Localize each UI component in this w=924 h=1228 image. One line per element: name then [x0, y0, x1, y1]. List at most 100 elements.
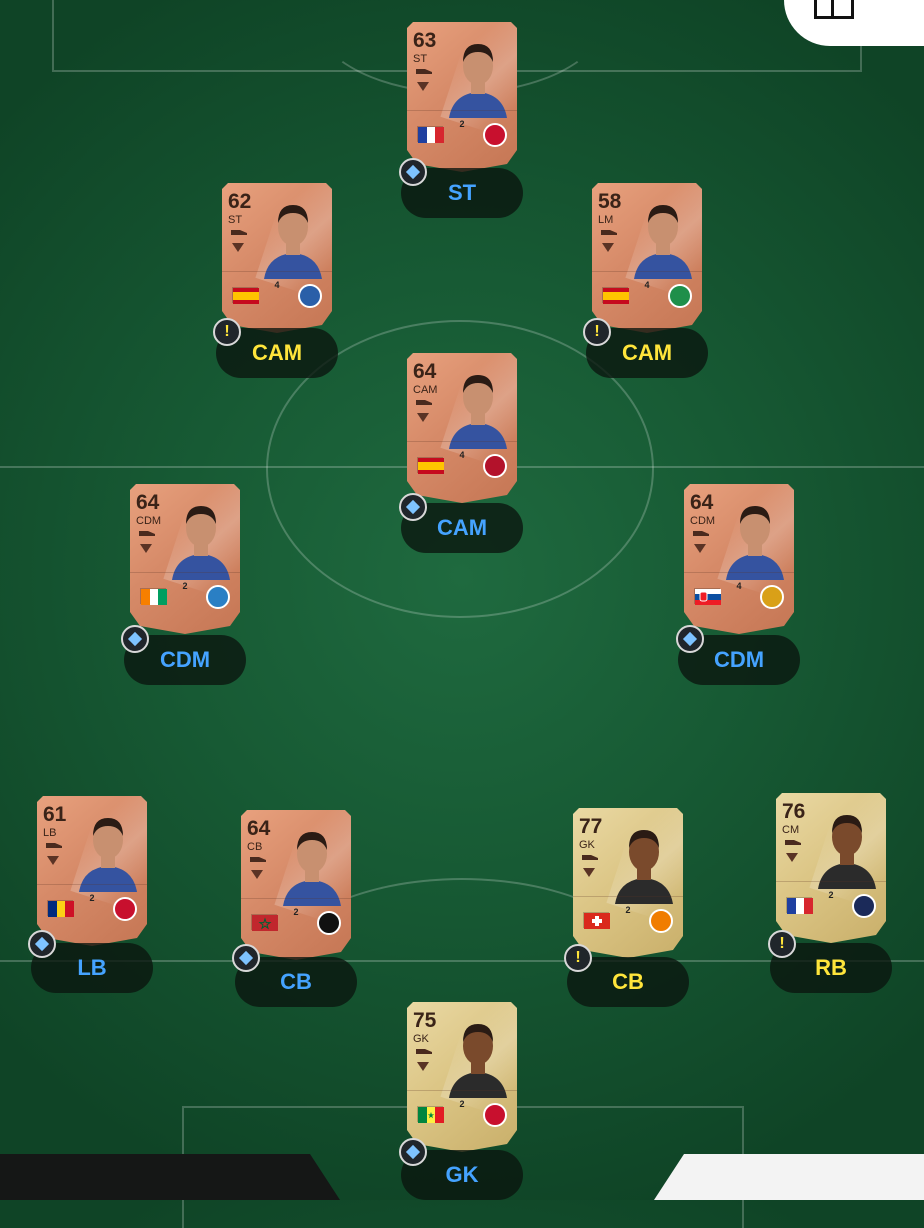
- chemistry-diamond-icon: [676, 625, 704, 653]
- league-badge-icon: 4: [274, 280, 280, 290]
- player-rating: 75: [413, 1009, 437, 1032]
- card-divider: [684, 572, 794, 573]
- card-divider: [776, 881, 886, 882]
- player-rating: 62: [228, 190, 252, 213]
- player-photo: [166, 494, 236, 580]
- formation-view-button[interactable]: [784, 0, 924, 46]
- player-photo: [720, 494, 790, 580]
- boot-icon: [46, 843, 62, 848]
- boot-icon: [139, 531, 155, 536]
- league-badge-icon: 4: [459, 450, 465, 460]
- player-card[interactable]: 58 LM 4: [592, 183, 702, 333]
- club-crest-icon: [760, 585, 784, 609]
- nation-flag-icon: [417, 126, 444, 143]
- chemistry-style-icon: [251, 870, 263, 879]
- boot-icon: [785, 840, 801, 845]
- league-badge-icon: 2: [89, 893, 95, 903]
- chemistry-diamond-icon: [399, 493, 427, 521]
- club-crest-icon: [483, 454, 507, 478]
- player-card[interactable]: 63 ST 2: [407, 22, 517, 172]
- league-badge-icon: 2: [625, 905, 631, 915]
- player-card[interactable]: 62 ST 4: [222, 183, 332, 333]
- player-card[interactable]: 61 LB 2: [37, 796, 147, 946]
- chemistry-style-icon: [232, 243, 244, 252]
- player-photo: [73, 806, 143, 892]
- league-badge-icon: 4: [644, 280, 650, 290]
- boot-icon: [693, 531, 709, 536]
- nation-flag-icon: [786, 897, 813, 914]
- chemistry-style-icon: [694, 544, 706, 553]
- player-rating: 64: [690, 491, 714, 514]
- nation-flag-icon: [417, 1106, 444, 1123]
- card-divider: [573, 896, 683, 897]
- chemistry-style-icon: [417, 1062, 429, 1071]
- player-rating: 64: [413, 360, 437, 383]
- boot-icon: [231, 230, 247, 235]
- card-divider: [241, 898, 351, 899]
- chemistry-diamond-icon: [28, 930, 56, 958]
- player-card[interactable]: 64 CAM 4: [407, 353, 517, 503]
- nation-flag-icon: [47, 900, 74, 917]
- boot-icon: [582, 855, 598, 860]
- club-crest-icon: [317, 911, 341, 935]
- player-card[interactable]: 64 CDM 4: [684, 484, 794, 634]
- club-crest-icon: [206, 585, 230, 609]
- nation-flag-icon: [602, 287, 629, 304]
- league-badge-icon: 2: [293, 907, 299, 917]
- player-position: CAM: [413, 384, 438, 396]
- player-card[interactable]: 76 CM 2: [776, 793, 886, 943]
- player-photo: [443, 1012, 513, 1098]
- league-badge-icon: 4: [736, 581, 742, 591]
- position-warning-icon: !: [564, 944, 592, 972]
- boot-icon: [416, 400, 432, 405]
- club-crest-icon: [852, 894, 876, 918]
- club-crest-icon: [483, 1103, 507, 1127]
- club-crest-icon: [298, 284, 322, 308]
- player-position: GK: [579, 839, 595, 851]
- player-photo: [812, 803, 882, 889]
- player-card[interactable]: 75 GK 2: [407, 1002, 517, 1152]
- player-rating: 64: [136, 491, 160, 514]
- boot-icon: [416, 1049, 432, 1054]
- nation-flag-icon: [251, 914, 278, 931]
- club-crest-icon: [483, 123, 507, 147]
- position-warning-icon: !: [213, 318, 241, 346]
- league-badge-icon: 2: [828, 890, 834, 900]
- boot-icon: [250, 857, 266, 862]
- player-rating: 61: [43, 803, 67, 826]
- player-rating: 58: [598, 190, 622, 213]
- player-position: CDM: [136, 515, 162, 527]
- chemistry-diamond-icon: [399, 1138, 427, 1166]
- player-photo: [258, 193, 328, 279]
- chemistry-style-icon: [583, 868, 595, 877]
- nation-flag-icon: [140, 588, 167, 605]
- bottom-left-bar: [0, 1154, 340, 1200]
- card-divider: [222, 271, 332, 272]
- player-photo: [443, 363, 513, 449]
- chemistry-style-icon: [140, 544, 152, 553]
- player-card[interactable]: 64 CB 2: [241, 810, 351, 960]
- club-crest-icon: [649, 909, 673, 933]
- chemistry-style-icon: [602, 243, 614, 252]
- chemistry-style-icon: [417, 413, 429, 422]
- chemistry-diamond-icon: [399, 158, 427, 186]
- boot-icon: [416, 69, 432, 74]
- chemistry-style-icon: [786, 853, 798, 862]
- nation-flag-icon: [417, 457, 444, 474]
- player-position: LB: [43, 827, 57, 839]
- player-photo: [277, 820, 347, 906]
- player-rating: 76: [782, 800, 806, 823]
- player-position: CB: [247, 841, 263, 853]
- player-position: LM: [598, 214, 614, 226]
- card-divider: [407, 110, 517, 111]
- bottom-right-bar: [654, 1154, 924, 1200]
- player-card[interactable]: 77 GK 2: [573, 808, 683, 958]
- club-crest-icon: [668, 284, 692, 308]
- player-photo: [443, 32, 513, 118]
- player-card[interactable]: 64 CDM 2: [130, 484, 240, 634]
- boot-icon: [601, 230, 617, 235]
- chemistry-diamond-icon: [232, 944, 260, 972]
- position-warning-icon: !: [768, 930, 796, 958]
- league-badge-icon: 2: [459, 1099, 465, 1109]
- player-rating: 64: [247, 817, 271, 840]
